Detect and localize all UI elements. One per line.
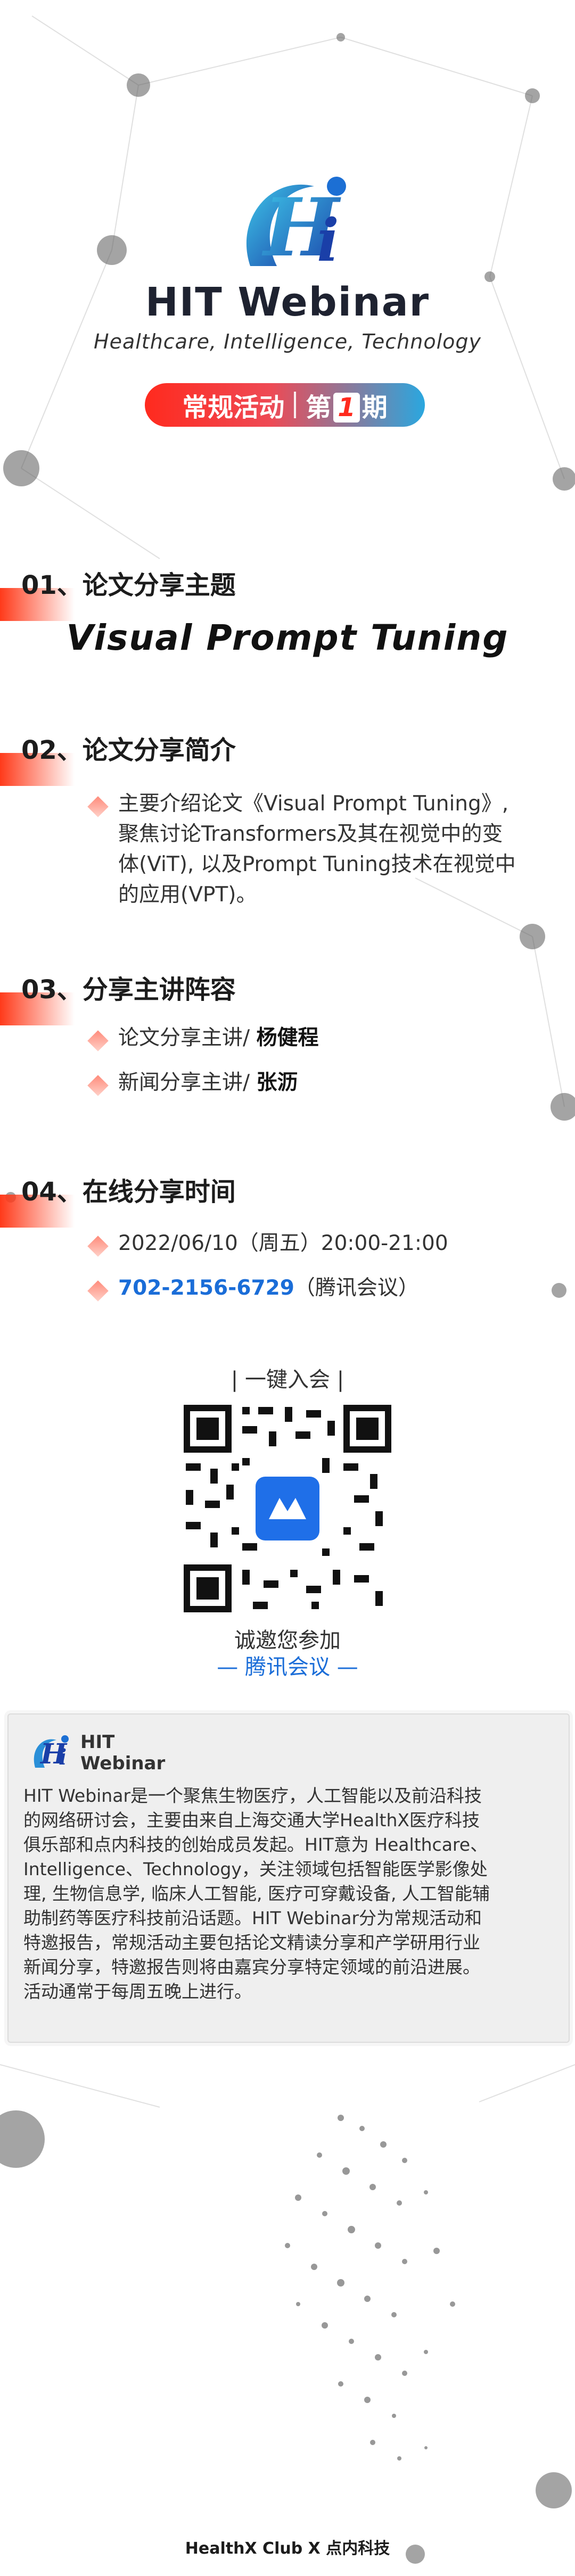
- badge-issue: 第1期: [306, 393, 388, 423]
- badge-divider: [294, 392, 297, 418]
- session-time: 2022/06/10（周五）20:00-21:00: [118, 1231, 448, 1255]
- footer-credits: HealthX Club X 点内科技: [185, 2539, 390, 2558]
- qr-label: | 一键入会 |: [231, 1368, 344, 1392]
- badge-type: 常规活动: [182, 393, 285, 423]
- about-name: HIT Webinar: [80, 1732, 166, 1774]
- diamond-bullet-icon: [87, 1075, 109, 1096]
- section-heading: 02、论文分享简介: [21, 735, 236, 765]
- svg-text:i: i: [59, 1745, 67, 1770]
- session-badge: 常规活动 第1期: [145, 383, 425, 427]
- qr-code-icon[interactable]: [178, 1399, 397, 1618]
- svg-text:i: i: [317, 206, 339, 275]
- speaker-news: 新闻分享主讲/ 张沥: [118, 1071, 298, 1095]
- section-heading: 01、论文分享主题: [21, 570, 236, 600]
- diamond-bullet-icon: [87, 1236, 109, 1257]
- meeting-info: 702-2156-6729（腾讯会议）: [118, 1276, 419, 1300]
- invite-app: — 腾讯会议 —: [217, 1655, 358, 1679]
- diamond-bullet-icon: [87, 1030, 109, 1051]
- section-heading: 04、在线分享时间: [21, 1177, 236, 1207]
- about-card: H i HIT Webinar HIT Webinar是一个聚焦生物医疗，人工智…: [7, 1713, 570, 2043]
- about-text: HIT Webinar是一个聚焦生物医疗，人工智能以及前沿科技 的网络研讨会，主…: [23, 1785, 490, 2002]
- meeting-id[interactable]: 702-2156-6729: [118, 1276, 294, 1300]
- hit-logo-small-icon: H i: [34, 1735, 69, 1770]
- hit-logo-icon: H i: [246, 177, 346, 275]
- webinar-title: HIT Webinar: [145, 279, 430, 325]
- diamond-bullet-icon: [87, 1280, 109, 1302]
- diamond-bullet-icon: [87, 796, 109, 817]
- webinar-subtitle: Healthcare, Intelligence, Technology: [94, 330, 481, 353]
- poster-page: H i HIT Webinar Healthcare, Intelligence…: [0, 0, 575, 2576]
- paper-intro: 主要介绍论文《Visual Prompt Tuning》, 聚焦讨论Transf…: [118, 792, 516, 907]
- section-heading: 03、分享主讲阵容: [21, 975, 236, 1005]
- paper-title: Visual Prompt Tuning: [66, 617, 509, 658]
- speaker-paper: 论文分享主讲/ 杨健程: [118, 1026, 319, 1050]
